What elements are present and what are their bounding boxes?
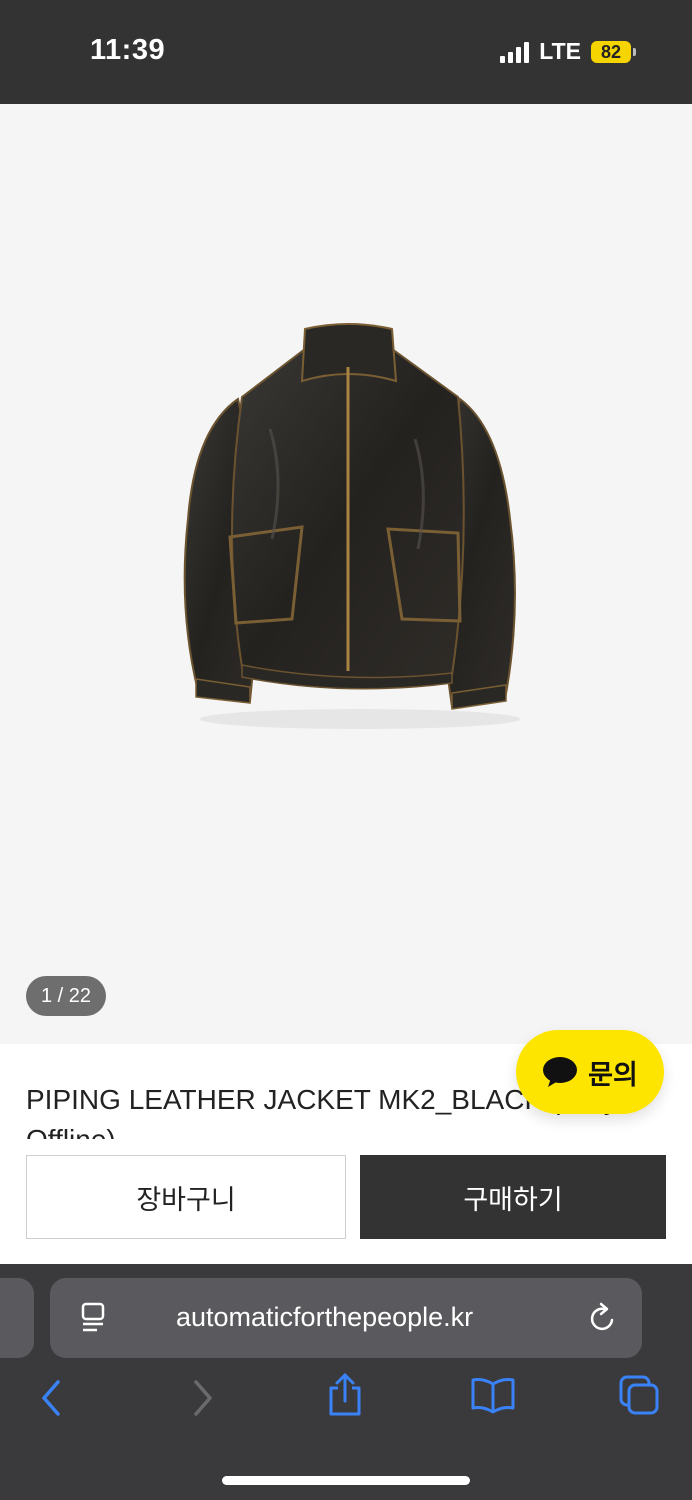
status-time: 11:39 [90, 34, 166, 66]
back-icon[interactable] [38, 1378, 64, 1418]
image-counter: 1 / 22 [26, 976, 106, 1016]
reload-icon[interactable] [588, 1302, 618, 1334]
add-to-cart-button[interactable]: 장바구니 [26, 1155, 346, 1239]
battery-level: 82 [591, 40, 631, 63]
home-indicator [222, 1476, 470, 1485]
chat-bubble-icon [543, 1057, 578, 1087]
network-type: LTE [539, 38, 581, 64]
bookmarks-icon[interactable] [470, 1376, 516, 1414]
page: 11:39 LTE 82 1 / 22 PIPING LEATHER JACKE… [0, 0, 692, 1500]
product-image-gallery[interactable]: 1 / 22 [0, 104, 692, 1044]
battery-icon: 82 [591, 40, 636, 63]
tabs-icon[interactable] [618, 1374, 660, 1416]
browser-chrome: automaticforthepeople.kr [0, 1264, 692, 1500]
share-icon[interactable] [326, 1372, 364, 1418]
browser-toolbar [0, 1372, 692, 1432]
status-bar: 11:39 LTE 82 [0, 0, 692, 104]
forward-icon[interactable] [190, 1378, 216, 1418]
page-menu-icon[interactable] [80, 1302, 108, 1334]
leather-jacket-image [183, 323, 520, 729]
url-text: automaticforthepeople.kr [176, 1302, 474, 1332]
address-bar[interactable]: automaticforthepeople.kr [50, 1278, 642, 1358]
purchase-action-bar: 장바구니 구매하기 [0, 1139, 692, 1264]
previous-tab-peek[interactable] [0, 1278, 34, 1358]
signal-icon [500, 41, 530, 63]
inquiry-label: 문의 [588, 1059, 638, 1090]
inquiry-chat-button[interactable]: 문의 [516, 1030, 664, 1114]
status-indicators: LTE 82 [500, 38, 636, 65]
buy-now-button[interactable]: 구매하기 [360, 1155, 666, 1239]
